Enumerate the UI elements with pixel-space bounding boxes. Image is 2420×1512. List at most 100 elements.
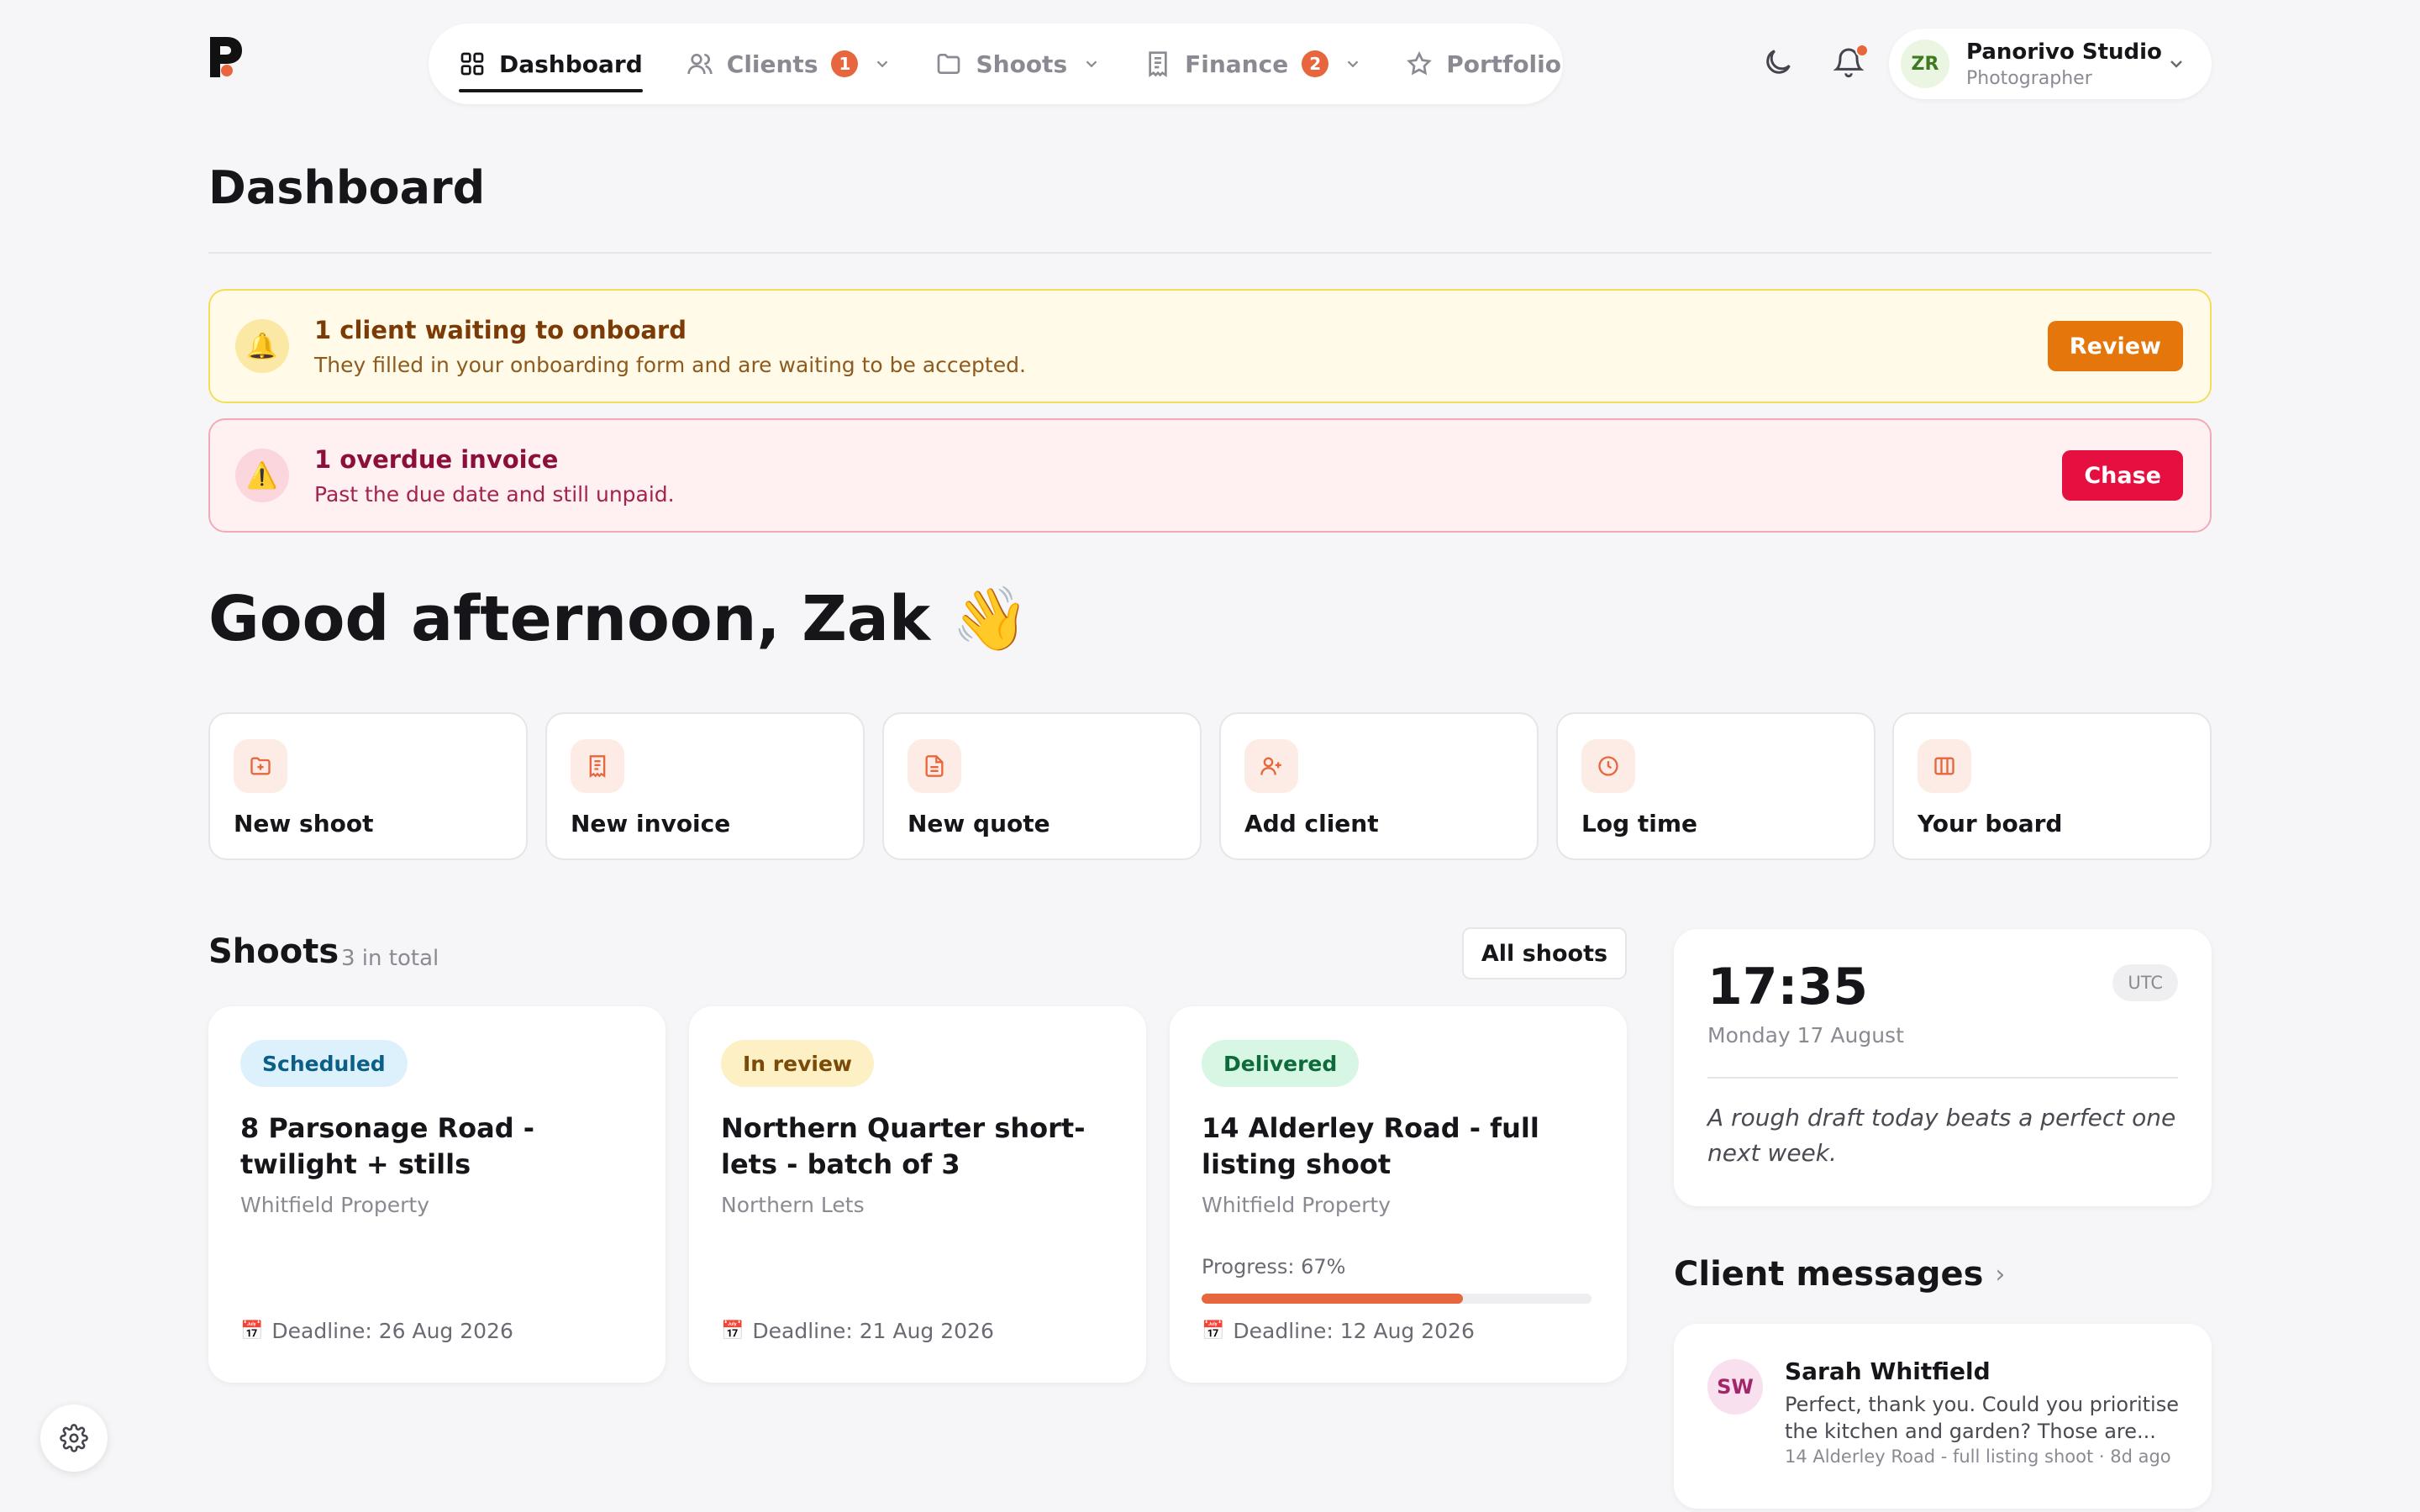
log-time-action[interactable]: Log time (1556, 712, 1876, 860)
action-label: New quote (908, 810, 1050, 837)
shoot-client: Whitfield Property (1202, 1193, 1391, 1217)
action-label: New shoot (234, 810, 374, 837)
chevron-down-icon (2166, 54, 2186, 74)
nav-finance[interactable]: Finance 2 (1144, 24, 1362, 104)
progress-label: Progress: 67% (1202, 1255, 1346, 1278)
shoot-card[interactable]: Scheduled 8 Parsonage Road - twilight + … (208, 1006, 666, 1383)
moon-icon[interactable] (1761, 45, 1795, 79)
settings-button[interactable] (40, 1404, 108, 1472)
review-button[interactable]: Review (2047, 321, 2183, 371)
main-nav: Dashboard Clients 1 Shoots Finance 2 Por… (429, 24, 1563, 104)
shoots-heading: Shoots (208, 932, 339, 971)
status-badge: Delivered (1202, 1040, 1360, 1087)
shoot-title: Northern Quarter short-lets - batch of 3 (721, 1112, 1086, 1180)
clock-date: Monday 17 August (1707, 1023, 1904, 1047)
user-role: Photographer (1966, 67, 2092, 89)
add-client-action[interactable]: Add client (1219, 712, 1539, 860)
daily-quote: A rough draft today beats a perfect one … (1707, 1104, 2176, 1167)
message-preview: Perfect, thank you. Could you prioritise… (1785, 1393, 2179, 1443)
avatar: SW (1707, 1359, 1763, 1415)
folder-icon (935, 50, 962, 77)
message-sender: Sarah Whitfield (1785, 1357, 1991, 1385)
new-invoice-action[interactable]: New invoice (545, 712, 865, 860)
document-icon (908, 739, 961, 793)
all-shoots-button[interactable]: All shoots (1462, 927, 1627, 979)
calendar-icon: 📅 (721, 1320, 744, 1341)
shoot-deadline: 📅 Deadline: 12 Aug 2026 (1202, 1319, 1475, 1343)
user-plus-icon (1244, 739, 1298, 793)
page-title: Dashboard (208, 161, 486, 214)
calendar-icon: 📅 (1202, 1320, 1225, 1341)
grid-icon (459, 50, 486, 77)
deadline-text: Deadline: 26 Aug 2026 (271, 1319, 513, 1343)
chase-button[interactable]: Chase (2062, 450, 2183, 501)
divider (1707, 1077, 2178, 1079)
status-badge: In review (721, 1040, 875, 1087)
message-item[interactable]: SW Sarah Whitfield Perfect, thank you. C… (1674, 1324, 2212, 1509)
notification-dot (1855, 44, 1869, 57)
app-logo[interactable] (208, 35, 245, 79)
shoot-deadline: 📅 Deadline: 21 Aug 2026 (721, 1319, 994, 1343)
clock-card: 17:35 UTC Monday 17 August A rough draft… (1674, 929, 2212, 1206)
greeting-heading: Good afternoon, Zak 👋 (208, 583, 1029, 655)
nav-portfolio[interactable]: Portfolio (1406, 24, 1561, 104)
clients-count-badge: 1 (831, 50, 859, 77)
receipt-icon (1144, 50, 1171, 77)
alert-description: Past the due date and still unpaid. (314, 481, 675, 507)
nav-label: Clients (726, 50, 818, 78)
nav-label: Finance (1185, 50, 1289, 78)
bell-icon: 🔔 (235, 319, 289, 373)
avatar: ZR (1901, 39, 1949, 88)
shoot-client: Whitfield Property (240, 1193, 429, 1217)
action-label: Log time (1581, 810, 1698, 837)
finance-count-badge: 2 (1302, 50, 1329, 77)
shoot-client: Northern Lets (721, 1193, 865, 1217)
nav-label: Portfolio (1446, 50, 1561, 78)
divider (208, 252, 2212, 254)
nav-dashboard[interactable]: Dashboard (459, 24, 643, 104)
status-badge: Scheduled (240, 1040, 408, 1087)
alert-title: 1 overdue invoice (314, 444, 559, 474)
messages-heading: Client messages (1674, 1255, 1984, 1294)
your-board-action[interactable]: Your board (1892, 712, 2212, 860)
warning-icon: ⚠️ (235, 449, 289, 502)
star-icon (1406, 50, 1433, 77)
users-icon (687, 50, 713, 77)
overdue-invoice-alert: ⚠️ 1 overdue invoice Past the due date a… (208, 418, 2212, 533)
shoot-card[interactable]: In review Northern Quarter short-lets - … (689, 1006, 1146, 1383)
alert-description: They filled in your onboarding form and … (314, 352, 1026, 377)
action-label: Your board (1918, 810, 2063, 837)
nav-label: Dashboard (499, 50, 643, 78)
nav-clients[interactable]: Clients 1 (687, 24, 892, 104)
nav-label: Shoots (976, 50, 1068, 78)
folder-plus-icon (234, 739, 287, 793)
new-quote-action[interactable]: New quote (882, 712, 1202, 860)
new-shoot-action[interactable]: New shoot (208, 712, 528, 860)
chevron-right-icon: › (1995, 1259, 2006, 1289)
user-menu[interactable]: ZR Panorivo Studio Photographer (1889, 29, 2212, 99)
message-meta: 14 Alderley Road - full listing shoot · … (1785, 1446, 2171, 1467)
action-label: New invoice (571, 810, 731, 837)
chevron-down-icon (1082, 55, 1101, 73)
gear-icon (60, 1424, 88, 1452)
calendar-icon: 📅 (240, 1320, 264, 1341)
progress-bar (1202, 1294, 1591, 1304)
clock-time: 17:35 (1707, 958, 1868, 1016)
clock-icon (1581, 739, 1635, 793)
timezone-badge: UTC (2112, 964, 2178, 1001)
client-messages-link[interactable]: Client messages › (1674, 1255, 2005, 1294)
receipt-icon (571, 739, 624, 793)
shoot-deadline: 📅 Deadline: 26 Aug 2026 (240, 1319, 513, 1343)
shoot-title: 8 Parsonage Road - twilight + stills (240, 1112, 535, 1180)
action-label: Add client (1244, 810, 1379, 837)
shoot-card[interactable]: Delivered 14 Alderley Road - full listin… (1170, 1006, 1627, 1383)
progress-fill (1202, 1294, 1463, 1304)
shoots-count: 3 in total (341, 946, 439, 971)
user-name: Panorivo Studio (1966, 39, 2162, 65)
deadline-text: Deadline: 21 Aug 2026 (752, 1319, 994, 1343)
alert-title: 1 client waiting to onboard (314, 315, 687, 344)
chevron-down-icon (1344, 55, 1362, 73)
deadline-text: Deadline: 12 Aug 2026 (1233, 1319, 1475, 1343)
nav-shoots[interactable]: Shoots (935, 24, 1101, 104)
columns-icon (1918, 739, 1971, 793)
